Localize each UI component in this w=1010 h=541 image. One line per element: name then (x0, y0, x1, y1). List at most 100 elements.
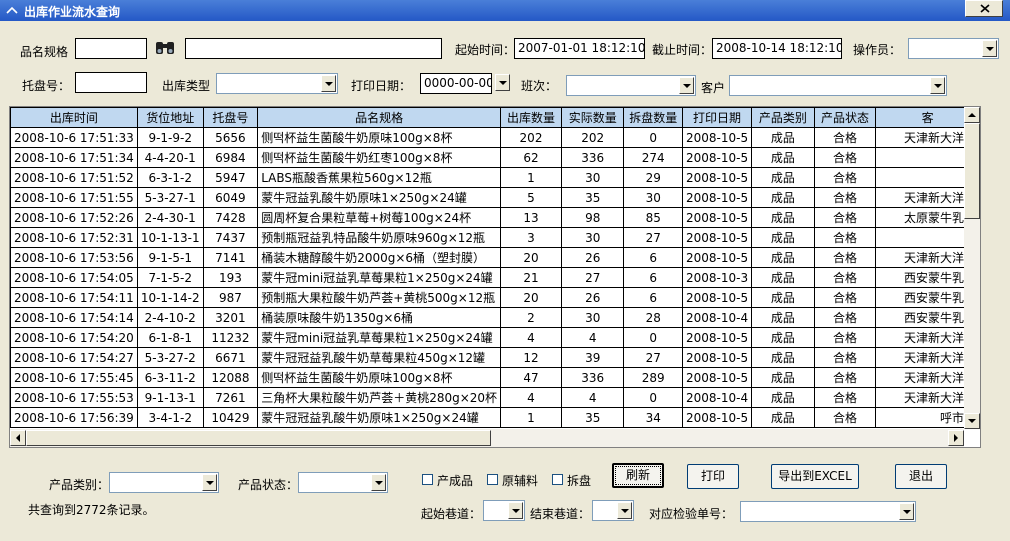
table-row[interactable]: 2008-10-6 17:55:45 6-3-11-2 12088 侧떡杯益生菌酸牛奶… (10, 367, 980, 388)
chevron-down-icon[interactable] (617, 502, 632, 519)
table-cell: 7261 (202, 387, 259, 408)
column-header[interactable]: 产品状态 (813, 107, 877, 128)
table-row[interactable]: 2008-10-6 17:55:53 9-1-13-1 7261 三角杯大果粒酸牛奶芦… (10, 387, 980, 408)
table-cell: 1 (500, 407, 562, 428)
category-select[interactable] (109, 472, 219, 493)
chevron-down-icon[interactable] (202, 474, 217, 491)
table-cell: 987 (202, 287, 259, 308)
end-lane-select[interactable] (592, 500, 634, 521)
shift-select[interactable] (566, 75, 696, 96)
table-cell: 4 (560, 387, 625, 408)
table-cell: 2008-10-6 17:55:45 (10, 367, 138, 388)
table-cell: 成品 (751, 287, 815, 308)
table-cell: 2008-10-5 (681, 407, 753, 428)
column-header[interactable]: 货位地址 (136, 107, 204, 128)
horizontal-scrollbar[interactable] (10, 429, 964, 447)
start-lane-label: 起始巷道： (421, 507, 482, 521)
column-header[interactable]: 打印日期 (681, 107, 753, 128)
table-cell: 合格 (813, 287, 877, 308)
finished-goods-label: 产成品 (437, 474, 474, 488)
table-cell: 合格 (813, 347, 877, 368)
inspection-number-label: 对应检验单号： (649, 507, 734, 521)
table-cell: 2008-10-6 17:56:39 (10, 407, 138, 428)
chevron-down-icon[interactable] (982, 40, 997, 57)
print-button[interactable]: 打印 (687, 464, 739, 489)
search-button[interactable] (153, 38, 177, 59)
chevron-down-icon[interactable] (679, 77, 694, 94)
operator-select[interactable] (908, 38, 999, 59)
column-header[interactable]: 实际数量 (560, 107, 625, 128)
finished-goods-checkbox[interactable] (422, 474, 433, 485)
column-header[interactable]: 出库时间 (10, 107, 138, 128)
unpack-checkbox[interactable] (552, 474, 563, 485)
table-row[interactable]: 2008-10-6 17:52:31 10-1-13-1 7437 预制瓶冠益乳特品酸… (10, 227, 980, 248)
table-row[interactable]: 2008-10-6 17:51:34 4-4-20-1 6984 侧떡杯益生菌酸牛奶红… (10, 147, 980, 168)
window-title: 出库作业流水查询 (24, 5, 121, 19)
chevron-down-icon[interactable] (508, 502, 523, 519)
collapse-chevron-icon[interactable] (6, 4, 18, 16)
table-cell: 成品 (751, 367, 815, 388)
inspection-number-select[interactable] (740, 501, 916, 522)
table-cell: 274 (623, 147, 683, 168)
outbound-records-grid[interactable]: 出库时间 货位地址 托盘号 品名规格 出库数量 实际数量 拆盘数量 打印日期 产品类别 产品状态客… (9, 106, 981, 448)
table-row[interactable]: 2008-10-6 17:54:14 2-4-10-2 3201 桶装原味酸牛奶135… (10, 307, 980, 328)
chevron-down-icon[interactable] (495, 74, 510, 91)
table-cell: 26 (560, 287, 625, 308)
exit-button[interactable]: 退出 (895, 464, 947, 489)
table-cell: 2008-10-5 (681, 127, 753, 148)
table-cell: 成品 (751, 227, 815, 248)
raw-material-checkbox[interactable] (487, 474, 498, 485)
table-cell: 7437 (202, 227, 259, 248)
scroll-down-button[interactable] (964, 413, 980, 429)
print-date-picker[interactable] (492, 73, 511, 94)
table-row[interactable]: 2008-10-6 17:54:27 5-3-27-2 6671 蒙牛冠冠益乳酸牛奶草… (10, 347, 980, 368)
table-cell: 2008-10-6 17:54:14 (10, 307, 138, 328)
export-excel-button[interactable]: 导出到EXCEL (771, 464, 859, 489)
column-header[interactable]: 出库数量 (500, 107, 562, 128)
product-code-input[interactable] (75, 38, 147, 59)
table-cell: 圆周杯复合果粒草莓+树莓100g×24杯 (257, 207, 502, 228)
print-date-input[interactable]: 0000-00-00 (420, 73, 492, 94)
column-header[interactable]: 品名规格 (257, 107, 502, 128)
table-cell: 合格 (813, 167, 877, 188)
start-lane-select[interactable] (483, 500, 525, 521)
table-cell: 侧떡杯益生菌酸牛奶红枣100g×8杯 (257, 147, 502, 168)
end-time-input[interactable]: 2008-10-14 18:12:10 (712, 38, 842, 59)
product-name-input[interactable] (185, 38, 442, 59)
vertical-scroll-thumb[interactable] (964, 123, 980, 219)
horizontal-scroll-thumb[interactable] (26, 430, 491, 446)
column-header[interactable]: 产品类别 (751, 107, 815, 128)
outbound-type-select[interactable] (216, 73, 338, 94)
table-row[interactable]: 2008-10-6 17:54:20 6-1-8-1 11232 蒙牛冠mini冠益乳… (10, 327, 980, 348)
chevron-down-icon[interactable] (371, 474, 386, 491)
close-button[interactable] (965, 0, 1003, 17)
operator-label: 操作员： (853, 43, 902, 57)
table-row[interactable]: 2008-10-6 17:53:56 9-1-5-1 7141 桶装木糖醇酸牛奶200… (10, 247, 980, 268)
scroll-right-button[interactable] (948, 430, 964, 446)
table-row[interactable]: 2008-10-6 17:52:26 2-4-30-1 7428 圆周杯复合果粒草莓+… (10, 207, 980, 228)
chevron-down-icon[interactable] (899, 503, 914, 520)
customer-select[interactable] (729, 75, 947, 96)
table-row[interactable]: 2008-10-6 17:51:55 5-3-27-1 6049 蒙牛冠益乳酸牛奶原味… (10, 187, 980, 208)
table-row[interactable]: 2008-10-6 17:54:05 7-1-5-2 193 蒙牛冠mini冠益乳草莓… (10, 267, 980, 288)
scroll-up-button[interactable] (964, 107, 980, 123)
start-time-input[interactable]: 2007-01-01 18:12:10 (514, 38, 645, 59)
status-select[interactable] (298, 472, 388, 493)
table-cell: 27 (623, 227, 683, 248)
chevron-down-icon[interactable] (321, 75, 336, 92)
table-row[interactable]: 2008-10-6 17:51:52 6-3-1-2 5947 LABS瓶酸香蕉果粒5… (10, 167, 980, 188)
table-row[interactable]: 2008-10-6 17:54:11 10-1-14-2 987 预制瓶大果粒酸牛奶芦… (10, 287, 980, 308)
refresh-button[interactable]: 刷新 (612, 463, 664, 488)
table-cell: 桶装木糖醇酸牛奶2000g×6桶（塑封膜） (257, 247, 502, 268)
scroll-left-button[interactable] (10, 430, 26, 446)
table-cell: 预制瓶大果粒酸牛奶芦荟+黄桃500g×12瓶 (257, 287, 502, 308)
table-cell: 合格 (813, 267, 877, 288)
vertical-scrollbar[interactable] (964, 107, 980, 429)
unpack-label: 拆盘 (567, 474, 592, 488)
column-header[interactable]: 托盘号 (202, 107, 259, 128)
table-row[interactable]: 2008-10-6 17:56:39 3-4-1-2 10429 蒙牛冠冠益乳酸牛奶原… (10, 407, 980, 428)
chevron-down-icon[interactable] (930, 77, 945, 94)
pallet-input[interactable] (75, 72, 147, 93)
table-row[interactable]: 2008-10-6 17:51:33 9-1-9-2 5656 侧떡杯益生菌酸牛奶原味… (10, 127, 980, 148)
column-header[interactable]: 拆盘数量 (623, 107, 683, 128)
